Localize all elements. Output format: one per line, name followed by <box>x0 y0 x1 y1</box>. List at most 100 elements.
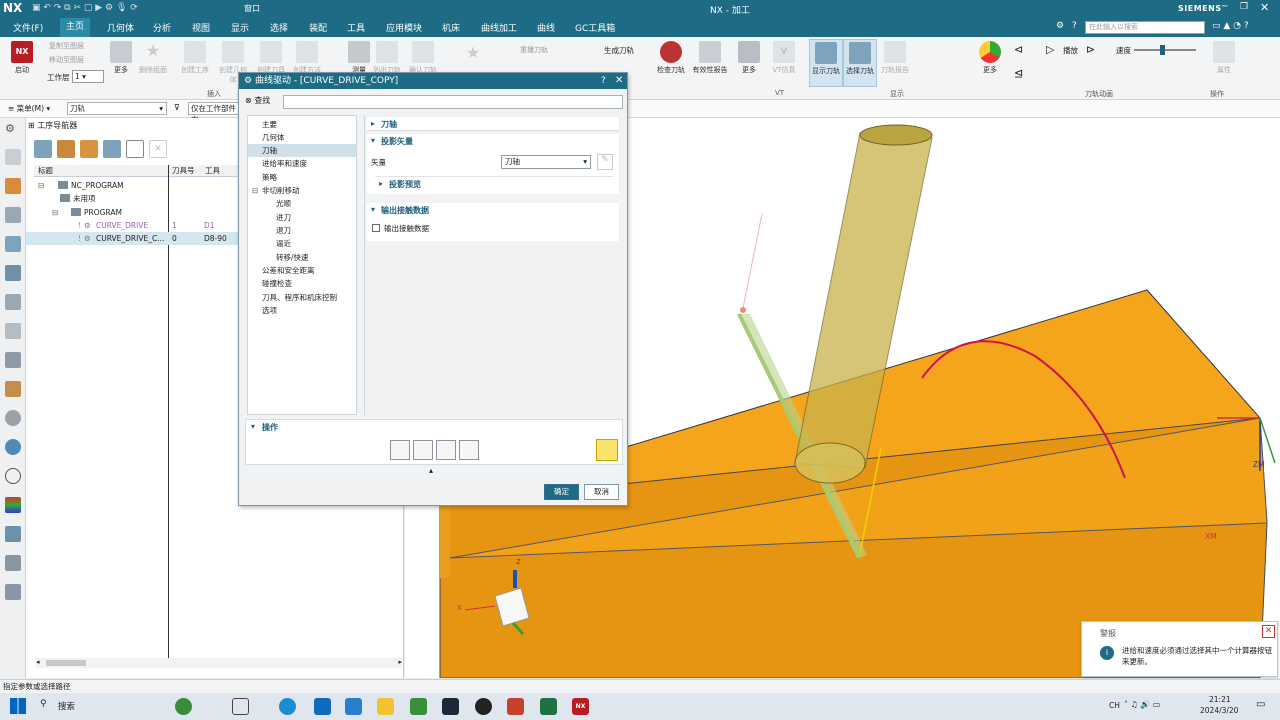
validity-report-button[interactable]: 有效性报告 <box>690 41 730 75</box>
menu-file[interactable]: 文件(F) <box>13 21 43 34</box>
operation-nav-icon[interactable] <box>5 236 21 252</box>
dialog-titlebar[interactable]: ⚙ 曲线驱动 - [CURVE_DRIVE_COPY] ? ✕ <box>239 73 627 89</box>
tool-nav-icon[interactable] <box>5 265 21 281</box>
show-path-button[interactable]: 显示刀轨 <box>809 39 843 87</box>
select-path-button[interactable]: 选择刀轨 <box>843 39 877 87</box>
search-icon[interactable]: ⚲ <box>40 699 47 709</box>
store-icon[interactable] <box>314 698 331 715</box>
list-path-button[interactable]: 列出刀轨 <box>372 41 402 75</box>
menu-curve[interactable]: 曲线 <box>537 21 555 34</box>
output-contact-checkbox[interactable] <box>372 224 380 232</box>
favorite-star-button[interactable]: ★ <box>462 43 484 67</box>
clock-date[interactable]: 2024/3/20 <box>1200 706 1238 715</box>
launch-button[interactable]: NX 启动 <box>8 41 36 75</box>
nav-geometry[interactable]: 几何体 <box>262 131 285 144</box>
part-icon[interactable] <box>5 323 21 339</box>
geometry-nav-icon[interactable] <box>5 294 21 310</box>
assembly-nav-icon[interactable] <box>5 178 21 194</box>
dialog-close-icon[interactable]: ✕ <box>615 73 623 89</box>
recorder-icon[interactable] <box>475 698 492 715</box>
delete-group-button[interactable]: ★ 删除组面 <box>138 41 168 75</box>
nav-feeds-speeds[interactable]: 进给率和速度 <box>262 157 307 170</box>
menu-tools[interactable]: 工具 <box>347 21 365 34</box>
pin-icon[interactable]: ⊞ <box>28 121 35 130</box>
vector-select[interactable]: 刀轴 ▾ <box>501 155 591 169</box>
create-op-button[interactable]: 创建工序 <box>180 41 210 75</box>
menu-view[interactable]: 视图 <box>192 21 210 34</box>
find-icon[interactable] <box>126 140 144 158</box>
feed-calculator-icon[interactable] <box>596 439 618 461</box>
steam-icon[interactable] <box>442 698 459 715</box>
help-circle-icon[interactable]: ? <box>1072 21 1077 31</box>
part-nav-icon[interactable] <box>5 149 21 165</box>
powerpoint-icon[interactable] <box>507 698 524 715</box>
menu-display[interactable]: 显示 <box>231 21 249 34</box>
nav-retract[interactable]: 退刀 <box>276 224 291 237</box>
horizontal-scrollbar[interactable]: ◂ ▸ <box>36 658 402 668</box>
menu-machine[interactable]: 机床 <box>442 21 460 34</box>
explorer-icon[interactable] <box>377 698 394 715</box>
next-frame-icon[interactable]: ⊳ <box>1086 43 1095 56</box>
nav-options[interactable]: 选项 <box>262 304 277 317</box>
nav-tool-axis[interactable]: 刀轴 <box>248 144 356 157</box>
clock-time[interactable]: 21:21 <box>1209 695 1231 704</box>
menu-gc-toolbox[interactable]: GC工具箱 <box>575 21 615 34</box>
nav-transfer[interactable]: 转移/快速 <box>276 251 309 264</box>
ime-indicator[interactable]: CH <box>1109 701 1120 710</box>
windows-start-icon[interactable] <box>10 698 26 714</box>
nav-smoothing[interactable]: 光顺 <box>276 197 291 210</box>
mail-icon[interactable] <box>345 698 362 715</box>
tools-icon[interactable] <box>5 555 21 571</box>
ok-button[interactable]: 确定 <box>544 484 579 500</box>
edge-icon[interactable] <box>279 698 296 715</box>
menu-applications[interactable]: 应用模块 <box>386 21 422 34</box>
menu-select[interactable]: 选择 <box>270 21 288 34</box>
quick-access-icons[interactable]: ▣ ↶ ↷ ⧉ ✂ ▢ ▶ ⚙ 🎙 ⟳ <box>32 3 138 13</box>
menu-assembly[interactable]: 装配 <box>309 21 327 34</box>
minimize-icon[interactable]: ─ <box>1222 2 1227 12</box>
palette-icon[interactable] <box>5 497 21 513</box>
nav-tolerance[interactable]: 公差和安全距离 <box>262 264 315 277</box>
close-icon[interactable]: ✕ <box>1260 1 1269 14</box>
attr-button[interactable]: 属性 <box>1212 41 1236 75</box>
clock-icon[interactable] <box>5 468 21 484</box>
section-tool-axis[interactable]: ▸ 刀轴 <box>367 117 619 131</box>
menu-dropdown[interactable]: ≡ 菜单(M) ▾ <box>8 103 50 114</box>
vt-sim-button[interactable]: V VT仿真 <box>770 41 798 75</box>
widgets-icon[interactable] <box>175 698 192 715</box>
nav-tool-program-machine[interactable]: 刀具、程序和机床控制 <box>262 291 337 304</box>
robot-icon[interactable] <box>5 526 21 542</box>
col-tool-number[interactable]: 刀具号 <box>172 165 195 177</box>
task-view-icon[interactable] <box>232 698 249 715</box>
machine-nav-icon[interactable] <box>5 207 21 223</box>
more3-button[interactable]: 更多 <box>978 41 1002 75</box>
type-filter-select[interactable]: 刀轨 ▾ <box>67 102 167 115</box>
more2-button[interactable]: 更多 <box>737 41 761 75</box>
check-tool-button[interactable]: 检查刀轨 <box>655 41 687 75</box>
replay-path-button[interactable]: 重播刀轨 <box>520 45 548 55</box>
nav-collision[interactable]: 碰撞检查 <box>262 277 292 290</box>
nav-main[interactable]: 主要 <box>262 118 277 131</box>
speed-slider[interactable] <box>1134 45 1196 55</box>
filter-icon[interactable]: ⊽ <box>174 103 180 112</box>
taskbar-search[interactable]: 搜索 <box>58 700 75 712</box>
col-title[interactable]: 标题 <box>38 165 53 177</box>
nav-expand-icon[interactable]: ⊟ <box>252 184 258 197</box>
window-icons[interactable]: ▭ ▲ ◔ ? <box>1212 21 1249 31</box>
create-method-button[interactable]: 创建方法 <box>292 41 322 75</box>
verify-icon[interactable] <box>436 440 456 460</box>
workset-select[interactable]: 1 ▾ <box>72 70 104 83</box>
move-layer-button[interactable]: 移动至图层 <box>49 55 84 65</box>
machine-view-icon[interactable] <box>57 140 75 158</box>
alert-close-icon[interactable]: ✕ <box>1262 625 1275 638</box>
expand-up-icon[interactable]: ▴ <box>429 466 433 475</box>
method-view-icon[interactable] <box>103 140 121 158</box>
list-icon[interactable] <box>459 440 479 460</box>
nav-approach[interactable]: 逼近 <box>276 237 291 250</box>
step-back-icon[interactable]: ⊴ <box>1014 67 1023 80</box>
nx-taskbar-icon[interactable]: NX <box>572 698 589 715</box>
notification-icon[interactable]: ▭ <box>1256 699 1265 710</box>
help-icon[interactable]: ? <box>601 73 606 89</box>
generate-icon[interactable] <box>390 440 410 460</box>
gear-icon[interactable]: ⚙ <box>5 122 21 138</box>
